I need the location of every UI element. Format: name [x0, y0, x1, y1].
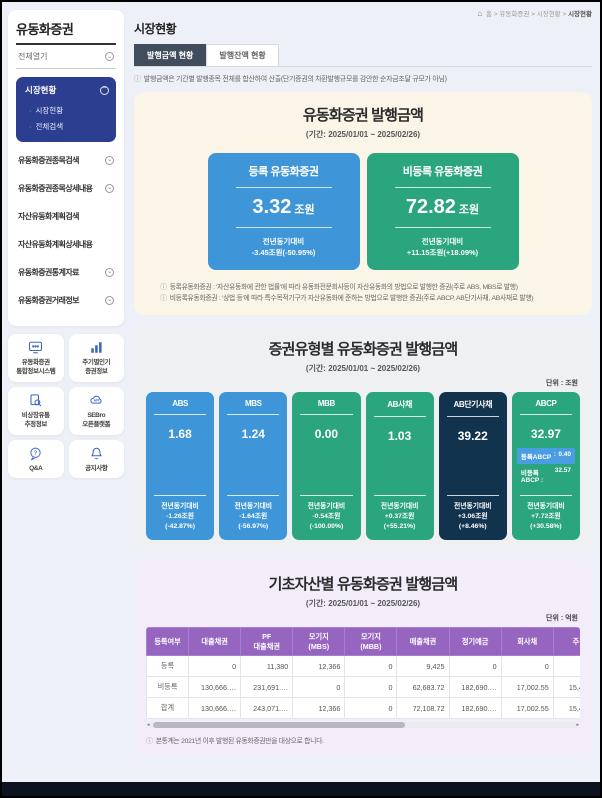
breadcrumb-current: 시장현황 — [568, 11, 592, 18]
divider — [395, 227, 491, 228]
sidebar-item-market-status-active[interactable]: 시장현황 ⌃ 시장현황 전체검색 — [16, 77, 116, 142]
sidebar-item-plan-search[interactable]: 자산유동화계획검색 — [16, 202, 116, 230]
sidebar-nav-card: 유동화증권 전체열기 ⌄ 시장현황 ⌃ 시장현황 전체검색 유 — [8, 10, 124, 326]
app-window: 유동화증권 전체열기 ⌄ 시장현황 ⌃ 시장현황 전체검색 유 — [0, 0, 602, 798]
table-row-total: 합계130,666.… 243,071.…12,366 072,108.72 1… — [147, 698, 581, 719]
tab-outstanding-balance[interactable]: 발행잔액 현황 — [206, 44, 278, 66]
info-icon — [160, 295, 170, 302]
horizontal-scrollbar[interactable]: ◂ ▸ — [146, 722, 580, 728]
registered-securities-box: 등록 유동화증권 3.32조원 전년동기대비 -3.45조원(-50.95%) — [208, 153, 360, 270]
quick-link-qna[interactable]: ? Q&A — [8, 440, 64, 478]
info-icon — [134, 76, 144, 83]
chevron-down-icon[interactable]: ⌄ — [105, 268, 114, 277]
sidebar-item-plan-detail[interactable]: 자산유동화계획상세내용 — [16, 230, 116, 258]
scroll-left-icon[interactable]: ◂ — [147, 723, 150, 728]
bar-chart-icon — [89, 340, 104, 355]
question-bubble-icon: ? — [28, 446, 43, 461]
table-row-unregistered: 비등록130,666.… 231,691.…0 062,683.72 182,6… — [147, 677, 581, 698]
home-icon[interactable] — [477, 11, 484, 18]
quick-link-integrated-info[interactable]: 유동화증권 통합정보시스템 — [8, 334, 64, 382]
breadcrumb: 홈 > 유동화증권 > 시장현황 > 시장현황 — [134, 8, 592, 18]
issuance-card-footnotes: 등록유동화증권 : '자산유동화에 관한 법률'에 따라 유동화전문회사등이 자… — [146, 282, 580, 306]
svg-text:API: API — [93, 398, 99, 402]
divider — [236, 187, 332, 188]
api-cloud-icon: API — [89, 393, 104, 408]
quick-links: 유동화증권 통합정보시스템 주기별인기 증권정보 비상장유통 추정정보 API … — [8, 334, 124, 478]
sidebar-item-security-search[interactable]: 유동화증권종목검색 ⌄ — [16, 146, 116, 174]
asset-card-footnote: 본통계는 2021년 이후 발행된 유동화증권만을 대상으로 합니다. — [146, 735, 580, 746]
sidebar-item-security-detail[interactable]: 유동화증권종목상세내용 ⌄ — [16, 174, 116, 202]
type-breakdown-card: 증권유형별 유동화증권 발행금액 (기간: 2025/01/01 ~ 2025/… — [134, 326, 592, 550]
sidebar-subitem-market-status[interactable]: 시장현황 — [25, 102, 109, 118]
doc-search-icon — [28, 393, 43, 408]
type-columns: ABS 1.68 전년동기대비-1.26조원(-42.87%) MBS 1.24… — [146, 392, 580, 540]
sidebar-item-trade-info[interactable]: 유동화증권거래정보 ⌄ — [16, 286, 116, 314]
svg-text:?: ? — [34, 450, 37, 456]
divider — [236, 227, 332, 228]
divider — [395, 187, 491, 188]
unit-label: 단위 : 조원 — [146, 378, 578, 388]
expand-all-select[interactable]: 전체열기 ⌄ — [16, 45, 116, 69]
quick-link-open-platform[interactable]: API SEBro 오픈플랫폼 — [69, 387, 125, 435]
registered-abcp-row: 등록ABCP:0.40 — [517, 448, 575, 464]
tab-issuance-amount[interactable]: 발행금액 현황 — [134, 44, 206, 66]
breadcrumb-home[interactable]: 홈 — [486, 11, 492, 18]
registered-yoy: 전년동기대비 -3.45조원(-50.95%) — [218, 236, 350, 259]
sidebar-title: 유동화증권 — [16, 19, 116, 45]
chevron-down-icon[interactable]: ⌄ — [105, 296, 114, 305]
quick-link-unlisted-estimate[interactable]: 비상장유통 추정정보 — [8, 387, 64, 435]
quick-link-notice[interactable]: 공지사항 — [69, 440, 125, 478]
scroll-right-icon[interactable]: ▸ — [576, 723, 579, 728]
unregistered-abcp-row: 비등록ABCP :32.57 — [517, 464, 575, 487]
issuance-card-title: 유동화증권 발행금액 — [146, 104, 580, 125]
unregistered-value: 72.82 — [406, 196, 456, 218]
main-content: 홈 > 유동화증권 > 시장현황 > 시장현황 시장현황 발행금액 현황 발행잔… — [128, 2, 600, 782]
asset-card-title: 기초자산별 유동화증권 발행금액 — [146, 573, 580, 594]
expand-all-label: 전체열기 — [18, 51, 47, 62]
footer-bar — [2, 782, 600, 796]
type-col-mbb: MBB 0.00 전년동기대비-0.54조원(-100.00%) — [292, 392, 360, 540]
chevron-down-icon[interactable]: ⌄ — [105, 156, 114, 165]
unregistered-securities-box: 비등록 유동화증권 72.82조원 전년동기대비 +11.15조원(+18.09… — [367, 153, 519, 270]
breadcrumb-item[interactable]: 유동화증권 — [499, 11, 529, 18]
sidebar: 유동화증권 전체열기 ⌄ 시장현황 ⌃ 시장현황 전체검색 유 — [2, 2, 128, 782]
breadcrumb-item[interactable]: 시장현황 — [537, 11, 561, 18]
asset-table-viewport: 등록여부대출채권 PF 대출채권모기지 (MBS) 모기지 (MBB)매출채권 … — [146, 627, 580, 719]
sidebar-subitem-full-search[interactable]: 전체검색 — [25, 118, 109, 134]
quick-link-popular-securities[interactable]: 주기별인기 증권정보 — [69, 334, 125, 382]
chevron-up-icon[interactable]: ⌃ — [100, 86, 109, 95]
registered-value: 3.32 — [252, 196, 291, 218]
unregistered-yoy: 전년동기대비 +11.15조원(+18.09%) — [377, 236, 509, 259]
type-card-period: (기간: 2025/01/01 ~ 2025/02/26) — [146, 363, 580, 374]
type-col-ab-stb: AB단기사채 39.22 전년동기대비+3.06조원(+8.46%) — [439, 392, 507, 540]
sidebar-item-statistics[interactable]: 유동화증권통계자료 ⌄ — [16, 258, 116, 286]
type-col-ab-bond: AB사채 1.03 전년동기대비+0.37조원(+55.21%) — [366, 392, 434, 540]
type-col-abs: ABS 1.68 전년동기대비-1.26조원(-42.87%) — [146, 392, 214, 540]
issuance-card-period: (기간: 2025/01/01 ~ 2025/02/26) — [146, 129, 580, 140]
info-icon — [146, 738, 156, 745]
chevron-down-icon[interactable]: ⌄ — [105, 52, 114, 61]
info-icon — [160, 284, 170, 291]
table-row-registered: 등록0 11,38012,366 09,425 00 0 — [147, 656, 581, 677]
page-title: 시장현황 — [134, 20, 592, 37]
unit-label: 단위 : 억원 — [146, 613, 578, 623]
type-col-mbs: MBS 1.24 전년동기대비-1.64조원(-56.97%) — [219, 392, 287, 540]
asset-table: 등록여부대출채권 PF 대출채권모기지 (MBS) 모기지 (MBB)매출채권 … — [146, 627, 580, 719]
type-col-abcp: ABCP 32.97 등록ABCP:0.40 비등록ABCP :32.57 전년… — [512, 392, 580, 540]
issuance-amount-card: 유동화증권 발행금액 (기간: 2025/01/01 ~ 2025/02/26)… — [134, 92, 592, 315]
scrollbar-thumb[interactable] — [153, 722, 405, 728]
bell-icon — [89, 446, 104, 461]
type-card-title: 증권유형별 유동화증권 발행금액 — [146, 338, 580, 359]
info-note: 발행금액은 기간별 발행종목 전체를 합산하여 산출(단기증권의 차환발행규모를… — [134, 74, 592, 84]
asset-card-period: (기간: 2025/01/01 ~ 2025/02/26) — [146, 598, 580, 609]
tab-bar: 발행금액 현황 발행잔액 현황 — [134, 44, 592, 67]
active-menu-label: 시장현황 — [25, 84, 56, 96]
monitor-icon — [28, 340, 43, 355]
abcp-breakdown: 등록ABCP:0.40 비등록ABCP :32.57 — [517, 448, 575, 487]
asset-breakdown-card: 기초자산별 유동화증권 발행금액 (기간: 2025/01/01 ~ 2025/… — [134, 561, 592, 756]
chevron-down-icon[interactable]: ⌄ — [105, 184, 114, 193]
